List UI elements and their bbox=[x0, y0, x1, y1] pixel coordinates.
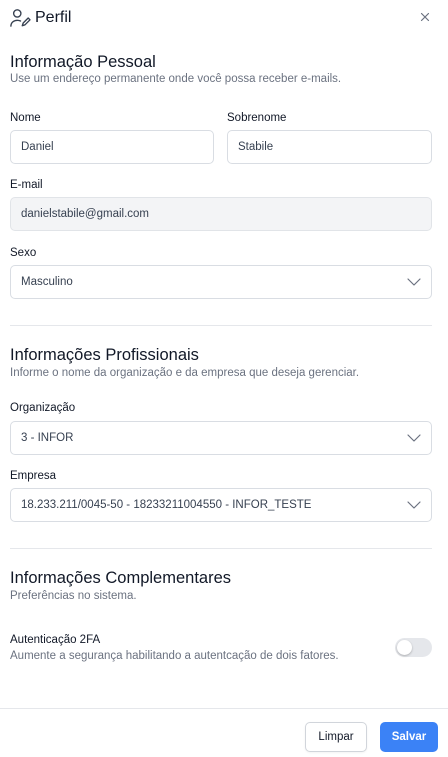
toggle-knob bbox=[397, 640, 412, 655]
chevron-down-icon bbox=[407, 278, 421, 286]
first-name-field[interactable]: Daniel bbox=[10, 130, 214, 164]
first-name-label: Nome bbox=[10, 112, 41, 124]
company-select[interactable]: 18.233.211/0045-50 - 18233211004550 - IN… bbox=[10, 488, 432, 522]
personal-info-title: Informação Pessoal bbox=[10, 53, 156, 71]
personal-info-subtitle: Use um endereço permanente onde você pos… bbox=[10, 73, 342, 85]
sex-label: Sexo bbox=[10, 247, 37, 259]
section-divider bbox=[10, 325, 432, 326]
last-name-value: Stabile bbox=[238, 141, 274, 153]
twofa-toggle[interactable] bbox=[395, 638, 432, 657]
close-icon[interactable] bbox=[418, 10, 432, 24]
complementary-info-title: Informações Complementares bbox=[10, 569, 232, 587]
save-button[interactable]: Salvar bbox=[380, 722, 438, 752]
twofa-description: Aumente a segurança habilitando a autent… bbox=[10, 650, 339, 662]
organization-value: 3 - INFOR bbox=[21, 432, 74, 444]
company-value: 18.233.211/0045-50 - 18233211004550 - IN… bbox=[21, 499, 312, 511]
professional-info-title: Informações Profissionais bbox=[10, 346, 199, 364]
email-label: E-mail bbox=[10, 179, 43, 191]
footer-divider bbox=[0, 708, 448, 709]
email-value: danielstabile@gmail.com bbox=[21, 208, 150, 220]
first-name-value: Daniel bbox=[21, 141, 54, 153]
user-edit-icon bbox=[10, 9, 31, 27]
last-name-field[interactable]: Stabile bbox=[227, 130, 432, 164]
complementary-info-subtitle: Preferências no sistema. bbox=[10, 590, 137, 602]
organization-label: Organização bbox=[10, 402, 76, 414]
section-divider bbox=[10, 548, 432, 549]
company-label: Empresa bbox=[10, 470, 57, 482]
email-field: danielstabile@gmail.com bbox=[10, 197, 432, 231]
chevron-down-icon bbox=[407, 434, 421, 442]
last-name-label: Sobrenome bbox=[227, 112, 287, 124]
sex-select[interactable]: Masculino bbox=[10, 265, 432, 299]
panel-title: Perfil bbox=[35, 9, 72, 26]
organization-select[interactable]: 3 - INFOR bbox=[10, 421, 432, 455]
sex-value: Masculino bbox=[21, 276, 73, 288]
clear-button[interactable]: Limpar bbox=[305, 722, 367, 752]
professional-info-subtitle: Informe o nome da organização e da empre… bbox=[10, 367, 360, 379]
chevron-down-icon bbox=[407, 501, 421, 509]
panel-header: Perfil bbox=[0, 0, 448, 36]
twofa-label: Autenticação 2FA bbox=[10, 634, 101, 646]
